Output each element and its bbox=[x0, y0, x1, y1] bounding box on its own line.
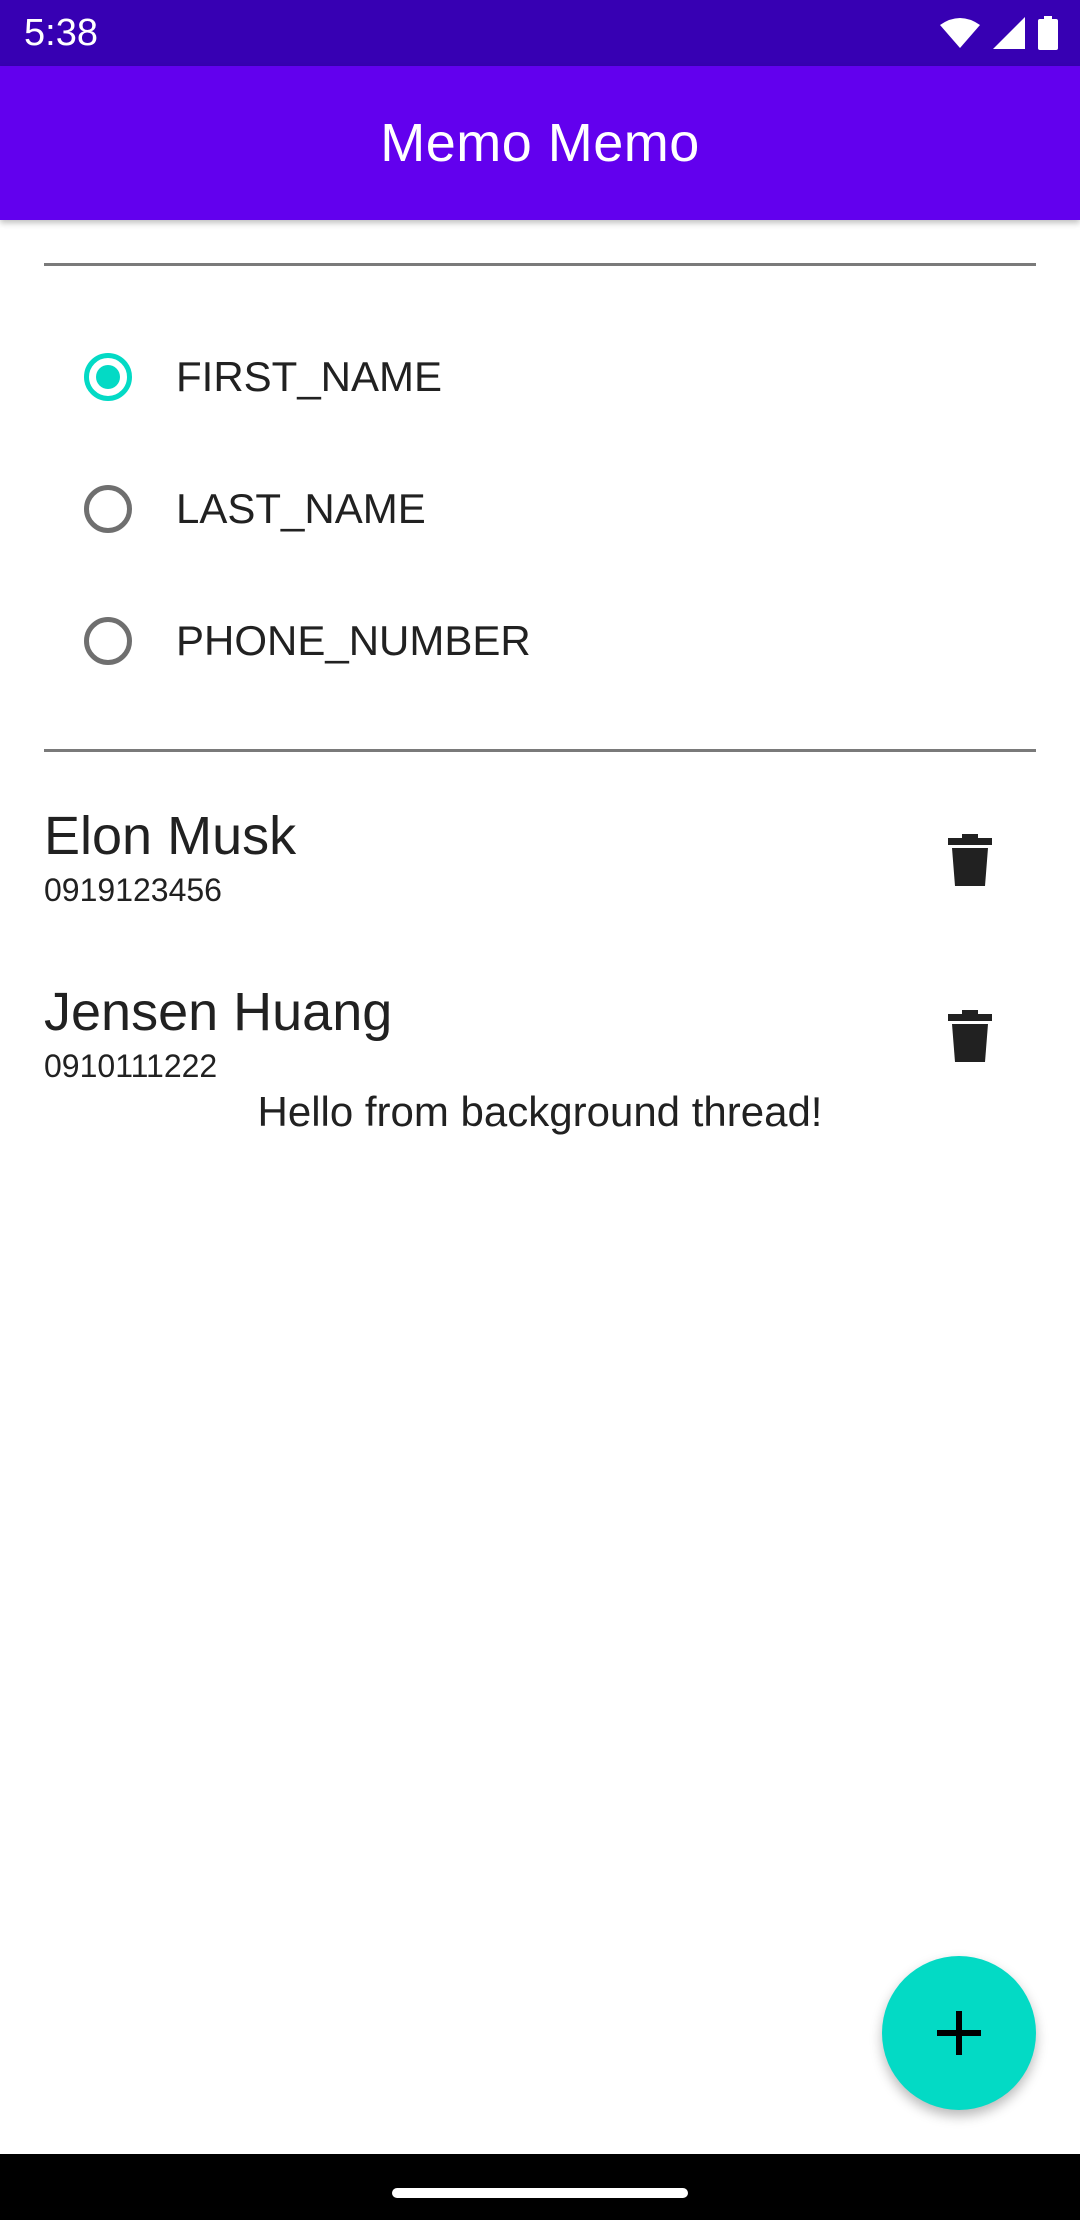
status-bar: 5:38 bbox=[0, 0, 1080, 66]
delete-button[interactable] bbox=[930, 820, 1010, 900]
navigation-bar bbox=[0, 2154, 1080, 2220]
status-icons bbox=[940, 14, 1058, 52]
add-contact-fab[interactable] bbox=[882, 1956, 1036, 2110]
contact-phone: 0910111222 bbox=[44, 1048, 218, 1084]
radio-label: FIRST_NAME bbox=[176, 353, 443, 400]
cellular-signal-icon bbox=[992, 16, 1026, 50]
add-icon bbox=[937, 2011, 981, 2055]
top-divider bbox=[44, 263, 1036, 266]
radio-phone-number[interactable]: PHONE_NUMBER bbox=[84, 611, 531, 671]
app-bar: Memo Memo bbox=[0, 66, 1080, 220]
wifi-icon bbox=[940, 17, 980, 49]
radio-button-checked[interactable] bbox=[84, 353, 132, 401]
contact-name: Elon Musk bbox=[44, 806, 297, 866]
middle-divider bbox=[44, 749, 1036, 752]
contact-phone: 0919123456 bbox=[44, 872, 222, 908]
background-thread-message: Hello from background thread! bbox=[257, 1088, 823, 1135]
delete-icon bbox=[948, 834, 992, 886]
radio-button[interactable] bbox=[84, 485, 132, 533]
radio-label: PHONE_NUMBER bbox=[176, 617, 531, 664]
radio-button[interactable] bbox=[84, 617, 132, 665]
radio-first-name[interactable]: FIRST_NAME bbox=[84, 347, 442, 407]
delete-button[interactable] bbox=[930, 996, 1010, 1076]
app-title: Memo Memo bbox=[380, 113, 700, 173]
radio-last-name[interactable]: LAST_NAME bbox=[84, 479, 426, 539]
home-indicator[interactable] bbox=[392, 2188, 688, 2198]
delete-icon bbox=[948, 1010, 992, 1062]
battery-icon bbox=[1038, 16, 1058, 50]
contact-name: Jensen Huang bbox=[44, 982, 393, 1042]
list-item[interactable]: Elon Musk 0919123456 bbox=[0, 804, 1080, 954]
status-time: 5:38 bbox=[24, 12, 98, 54]
radio-label: LAST_NAME bbox=[176, 485, 426, 532]
